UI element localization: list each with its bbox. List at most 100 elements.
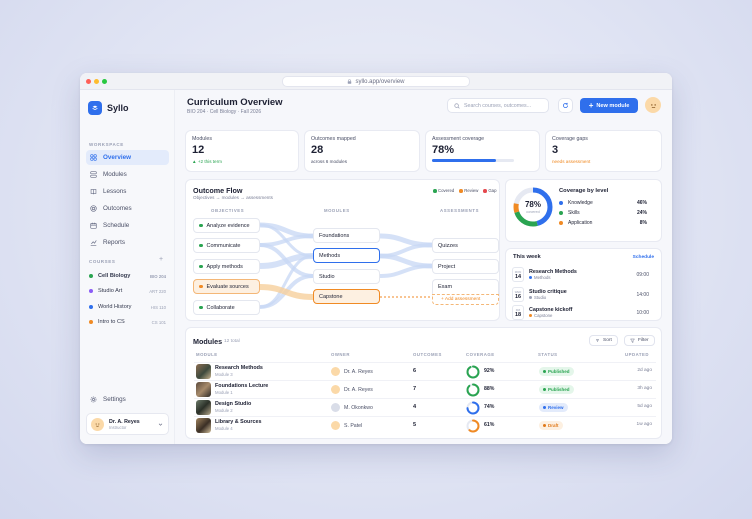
coverage-ring-fill bbox=[466, 365, 480, 379]
owner-avatar bbox=[331, 385, 340, 394]
coverage-percent: 61% bbox=[484, 422, 495, 428]
stat-label: Modules bbox=[192, 136, 213, 142]
course-code: HIS 110 bbox=[150, 304, 166, 310]
coverage-ring bbox=[466, 383, 480, 397]
user-menu[interactable]: Dr. A. Reyes Instructor bbox=[86, 413, 169, 435]
stat-note: needs assessment bbox=[552, 159, 591, 164]
module-node[interactable]: Foundations bbox=[313, 228, 380, 243]
updated-time: 5d ago bbox=[637, 404, 652, 409]
coverage-ring bbox=[466, 401, 480, 415]
objective-node[interactable]: Communicate bbox=[193, 238, 260, 253]
filter-icon bbox=[630, 338, 635, 343]
nav-outcomes[interactable]: Outcomes bbox=[86, 201, 169, 216]
add-assessment-button[interactable]: + Add assessment bbox=[432, 294, 499, 305]
stat-note: across 6 modules bbox=[311, 159, 348, 164]
modules-icon bbox=[90, 171, 97, 178]
nav-schedule[interactable]: Schedule bbox=[86, 218, 169, 233]
app-name: Syllo bbox=[107, 103, 129, 113]
address-bar[interactable]: syllo.app/overview bbox=[282, 76, 470, 87]
outcomes-count: 4 bbox=[413, 404, 417, 410]
status-badge: Published bbox=[539, 367, 574, 376]
refresh-icon bbox=[563, 102, 568, 108]
module-number: Module 3 bbox=[215, 372, 233, 377]
column-header[interactable]: MODULE bbox=[196, 352, 218, 357]
nav-settings[interactable]: Settings bbox=[86, 392, 169, 407]
module-name[interactable]: Foundations Lecture bbox=[215, 383, 268, 389]
add-course-icon[interactable]: + bbox=[159, 256, 163, 263]
course-item[interactable]: Intro to CS CS 101 bbox=[89, 317, 166, 327]
table-row[interactable]: Research Methods Module 3 Dr. A. Reyes 6 92%… bbox=[194, 362, 656, 380]
header-avatar[interactable] bbox=[645, 97, 661, 113]
status-badge: Draft bbox=[539, 421, 563, 430]
coverage-card: 78% covered Coverage by level Knowledge 4… bbox=[505, 179, 662, 242]
owner-cell: Dr. A. Reyes bbox=[331, 367, 373, 376]
assessment-node[interactable]: Exam bbox=[432, 279, 499, 294]
sort-icon bbox=[596, 339, 599, 342]
search-input[interactable]: Search courses, outcomes... bbox=[447, 98, 549, 113]
maximize-window-button[interactable] bbox=[102, 79, 107, 84]
nav-label: Lessons bbox=[103, 188, 127, 195]
objective-node[interactable]: Apply methods bbox=[193, 259, 260, 274]
nav-label: Overview bbox=[103, 154, 132, 161]
module-name[interactable]: Library & Sources bbox=[215, 419, 261, 425]
user-name: Dr. A. Reyes bbox=[109, 418, 140, 425]
nav-lessons[interactable]: Lessons bbox=[86, 184, 169, 199]
donut-value: 78% bbox=[524, 200, 541, 209]
stat-value: 12 bbox=[192, 144, 205, 156]
minimize-window-button[interactable] bbox=[94, 79, 99, 84]
outcome-flow-card: Outcome Flow Objectives → modules → asse… bbox=[185, 179, 500, 321]
search-placeholder: Search courses, outcomes... bbox=[464, 102, 532, 109]
sort-button[interactable]: Sort bbox=[589, 335, 618, 346]
course-item[interactable]: Studio Art ART 220 bbox=[89, 286, 166, 296]
new-module-button[interactable]: + New module bbox=[580, 98, 638, 113]
app-logo[interactable]: Syllo bbox=[88, 101, 129, 115]
module-node[interactable]: Studio bbox=[313, 269, 380, 284]
course-item[interactable]: Cell Biology BIO 204 bbox=[89, 271, 166, 281]
column-header[interactable]: COVERAGE bbox=[466, 352, 495, 357]
column-header[interactable]: UPDATED bbox=[625, 352, 649, 357]
module-node-review[interactable]: Capstone bbox=[313, 289, 380, 304]
table-row[interactable]: Design Studio Module 2 M. Okonkwo 4 74% Revie… bbox=[194, 398, 656, 416]
modules-title: Modules bbox=[193, 337, 223, 346]
stat-note: ▲ +2 this term bbox=[192, 159, 222, 164]
event-item[interactable]: WED 16 Studio critique Studio 14:00 bbox=[512, 286, 649, 303]
module-name[interactable]: Research Methods bbox=[215, 365, 263, 371]
stat-label: Outcomes mapped bbox=[311, 136, 356, 142]
module-number: Module 2 bbox=[215, 408, 233, 413]
browser-titlebar: syllo.app/overview bbox=[80, 73, 672, 90]
table-row[interactable]: Foundations Lecture Module 1 Dr. A. Reyes 7… bbox=[194, 380, 656, 398]
chevron-down-icon bbox=[158, 423, 163, 426]
page-subtitle: BIO 204 · Cell Biology · Fall 2026 bbox=[187, 109, 262, 115]
nav-overview[interactable]: Overview bbox=[86, 150, 169, 165]
nav-modules[interactable]: Modules bbox=[86, 167, 169, 182]
objective-node[interactable]: Collaborate bbox=[193, 300, 260, 315]
filter-button[interactable]: Filter bbox=[624, 335, 655, 346]
column-header[interactable]: STATUS bbox=[538, 352, 558, 357]
objective-node[interactable]: Analyze evidence bbox=[193, 218, 260, 233]
course-name: Cell Biology bbox=[98, 273, 131, 279]
close-window-button[interactable] bbox=[86, 79, 91, 84]
event-module: Studio bbox=[534, 295, 547, 300]
assessment-node[interactable]: Project bbox=[432, 259, 499, 274]
module-thumbnail bbox=[196, 418, 211, 433]
module-node-selected[interactable]: Methods bbox=[313, 248, 380, 263]
refresh-button[interactable] bbox=[558, 98, 573, 113]
column-header[interactable]: OUTCOMES bbox=[413, 352, 442, 357]
table-row[interactable]: Library & Sources Module 4 S. Patel 5 61% Dra… bbox=[194, 416, 656, 434]
owner-cell: Dr. A. Reyes bbox=[331, 385, 373, 394]
event-item[interactable]: FRI 18 Capstone kickoff Capstone 10:00 bbox=[512, 304, 649, 321]
course-name: Studio Art bbox=[98, 288, 123, 294]
event-date: FRI 18 bbox=[512, 305, 524, 320]
schedule-link[interactable]: Schedule bbox=[633, 255, 654, 260]
course-color-dot bbox=[89, 305, 93, 309]
module-name[interactable]: Design Studio bbox=[215, 401, 251, 407]
course-item[interactable]: World History HIS 110 bbox=[89, 302, 166, 312]
event-item[interactable]: MON 14 Research Methods Methods 09:00 bbox=[512, 266, 649, 283]
column-header[interactable]: OWNER bbox=[331, 352, 350, 357]
outcomes-count: 6 bbox=[413, 368, 417, 374]
assessment-node[interactable]: Quizzes bbox=[432, 238, 499, 253]
nav-reports[interactable]: Reports bbox=[86, 235, 169, 250]
target-icon bbox=[90, 205, 97, 212]
course-color-dot bbox=[89, 289, 93, 293]
objective-node-review[interactable]: Evaluate sources bbox=[193, 279, 260, 294]
